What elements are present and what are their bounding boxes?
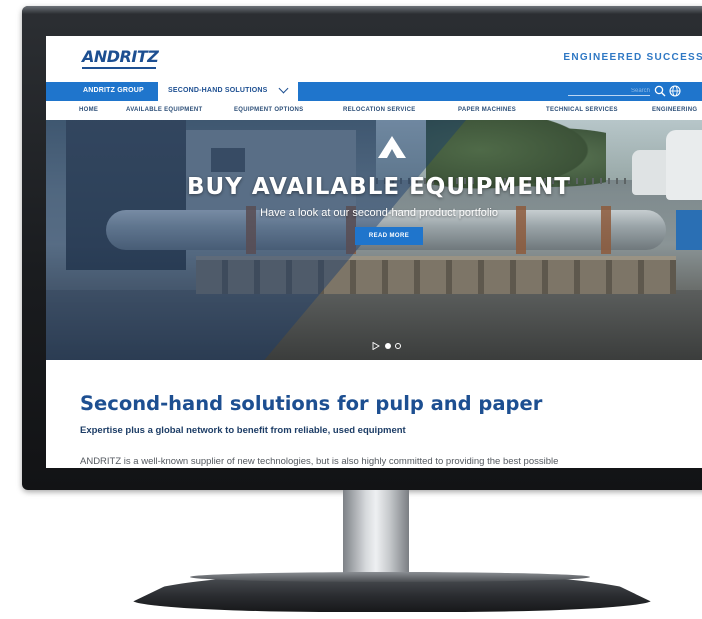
subnav-item-engineering[interactable]: ENGINEERING — [652, 107, 697, 113]
read-more-button[interactable]: READ MORE — [355, 227, 423, 245]
page-heading: Second-hand solutions for pulp and paper — [80, 392, 543, 415]
search-underline — [568, 95, 650, 96]
logo-underline — [82, 67, 156, 69]
play-icon[interactable] — [372, 342, 380, 350]
subnav-item-available-equipment[interactable]: AVAILABLE EQUIPMENT — [126, 107, 202, 113]
tagline: ENGINEERED SUCCESS — [563, 52, 702, 63]
nav-active-label: SECOND-HAND SOLUTIONS — [168, 87, 268, 94]
subnav-item-home[interactable]: HOME — [79, 107, 98, 113]
bezel-highlight — [22, 6, 702, 14]
globe-icon[interactable] — [669, 85, 681, 97]
browser-screen: ANDRITZ ENGINEERED SUCCESS ANDRITZ GROUP… — [46, 36, 702, 468]
hero-title: BUY AVAILABLE EQUIPMENT — [187, 174, 571, 200]
chevron-down-icon[interactable] — [278, 83, 289, 94]
hero-slider: BUY AVAILABLE EQUIPMENT Have a look at o… — [46, 120, 702, 360]
main-navbar: ANDRITZ GROUP SECOND-HAND SOLUTIONS — [46, 82, 702, 101]
page-body-text: ANDRITZ is a well-known supplier of new … — [80, 456, 559, 467]
andritz-logo[interactable]: ANDRITZ — [82, 47, 159, 66]
andritz-a-logo-icon — [378, 136, 406, 158]
nav-second-hand-solutions[interactable]: SECOND-HAND SOLUTIONS — [158, 82, 298, 101]
subnav-item-equipment-options[interactable]: EQUIPMENT OPTIONS — [234, 107, 303, 113]
subnav-item-technical-services[interactable]: TECHNICAL SERVICES — [546, 107, 618, 113]
subnav-item-relocation-service[interactable]: RELOCATION SERVICE — [343, 107, 416, 113]
monitor-stand-neck — [343, 490, 409, 578]
slide-dot-2[interactable] — [395, 343, 401, 349]
sub-navigation: HOME AVAILABLE EQUIPMENT EQUIPMENT OPTIO… — [46, 101, 702, 120]
monitor-frame: ANDRITZ ENGINEERED SUCCESS ANDRITZ GROUP… — [22, 6, 702, 490]
page-subheading: Expertise plus a global network to benef… — [80, 425, 406, 436]
site-header: ANDRITZ ENGINEERED SUCCESS — [46, 36, 702, 82]
search-icon[interactable] — [654, 85, 666, 97]
subnav-item-paper-machines[interactable]: PAPER MACHINES — [458, 107, 516, 113]
hero-subtitle: Have a look at our second-hand product p… — [260, 207, 498, 219]
slider-controls — [372, 342, 412, 352]
slide-dot-1[interactable] — [385, 343, 391, 349]
nav-andritz-group[interactable]: ANDRITZ GROUP — [83, 87, 144, 94]
monitor-stand-base-highlight — [190, 572, 590, 582]
